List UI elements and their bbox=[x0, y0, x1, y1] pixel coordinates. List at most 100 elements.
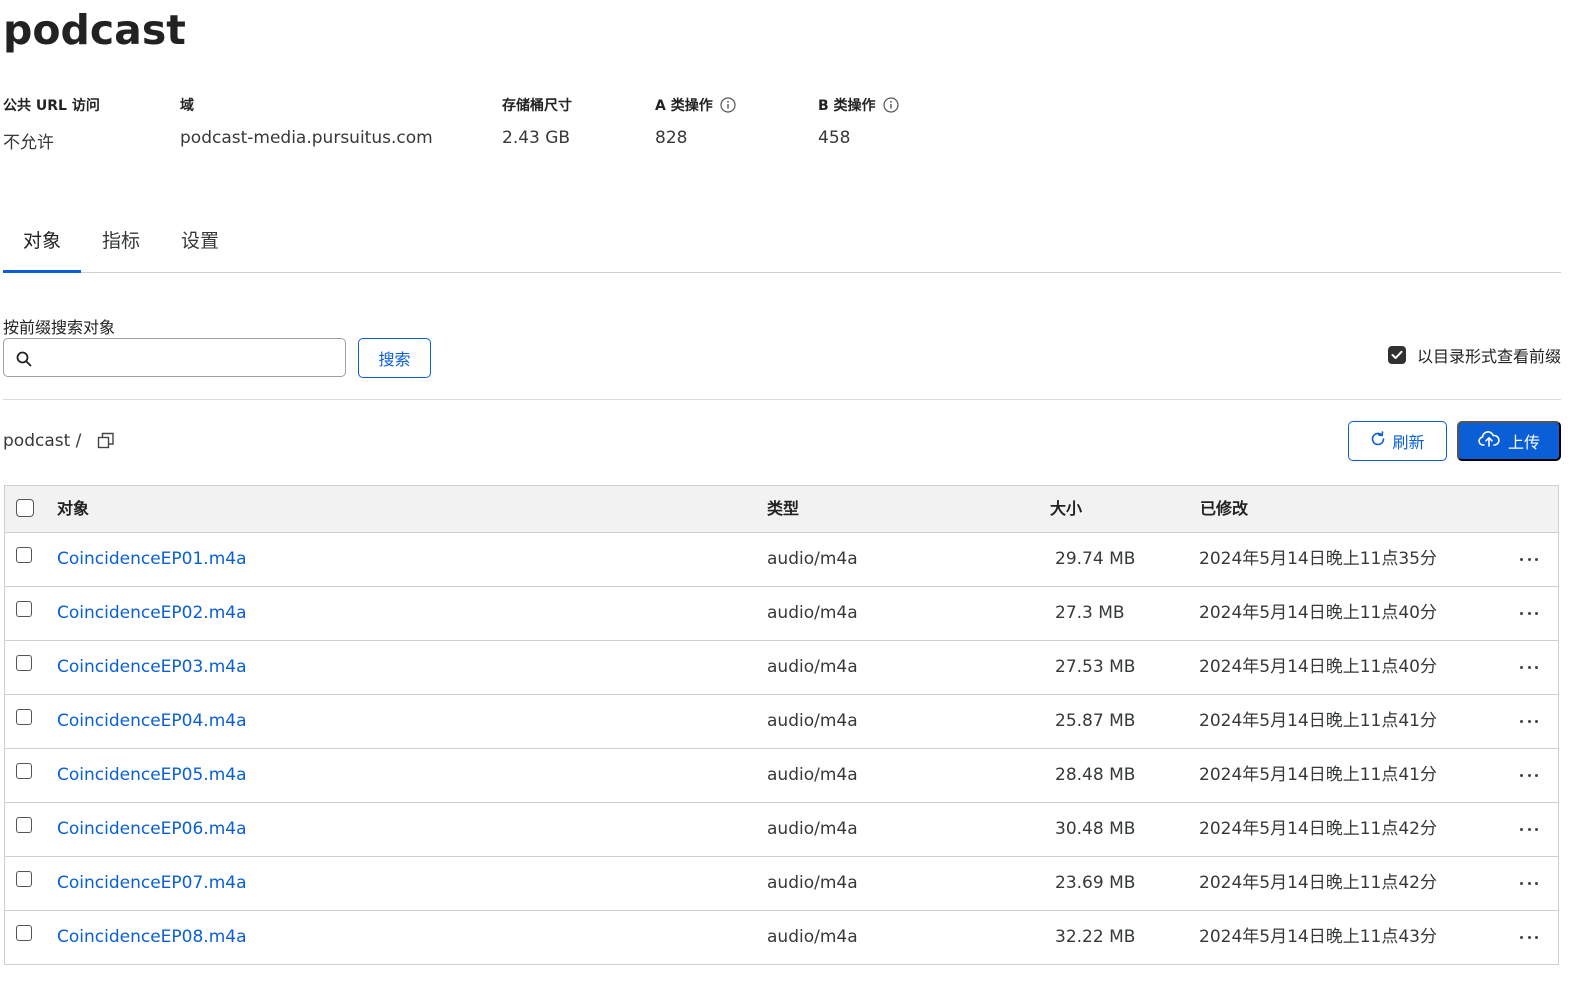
row-checkbox[interactable] bbox=[16, 817, 32, 833]
object-modified: 2024年5月14日晚上11点41分 bbox=[1199, 765, 1437, 785]
refresh-label: 刷新 bbox=[1392, 435, 1425, 452]
object-size: 30.48 MB bbox=[1055, 819, 1136, 839]
more-options-icon[interactable] bbox=[1520, 660, 1538, 674]
column-header-type[interactable]: 类型 bbox=[767, 486, 799, 532]
directory-view-label: 以目录形式查看前缀 bbox=[1416, 347, 1561, 366]
more-options-icon[interactable] bbox=[1520, 714, 1538, 728]
info-icon[interactable] bbox=[882, 97, 899, 113]
object-modified: 2024年5月14日晚上11点42分 bbox=[1199, 819, 1437, 839]
tab-bar: 对象 指标 设置 bbox=[3, 216, 1561, 273]
object-name-link[interactable]: CoincidenceEP01.m4a bbox=[57, 533, 247, 586]
more-options-icon[interactable] bbox=[1520, 876, 1538, 890]
page-title: podcast bbox=[3, 6, 186, 54]
row-checkbox[interactable] bbox=[16, 763, 32, 779]
select-all-checkbox[interactable] bbox=[16, 499, 34, 517]
stat-value: 828 bbox=[655, 128, 688, 148]
breadcrumb-path[interactable]: podcast / bbox=[3, 431, 81, 451]
table-row: CoincidenceEP06.m4a audio/m4a 30.48 MB 2… bbox=[5, 803, 1558, 857]
upload-button[interactable]: 上传 bbox=[1457, 421, 1561, 461]
object-type: audio/m4a bbox=[767, 657, 858, 677]
stat-label: A 类操作 bbox=[655, 98, 713, 114]
more-options-icon[interactable] bbox=[1520, 606, 1538, 620]
object-size: 32.22 MB bbox=[1055, 927, 1136, 947]
row-checkbox[interactable] bbox=[16, 655, 32, 671]
column-header-size[interactable]: 大小 bbox=[1050, 486, 1082, 532]
object-type: audio/m4a bbox=[767, 873, 858, 893]
row-checkbox[interactable] bbox=[16, 547, 32, 563]
stat-class-b-ops: B 类操作 458 bbox=[818, 94, 899, 148]
object-name-link[interactable]: CoincidenceEP04.m4a bbox=[57, 695, 247, 748]
column-header-modified[interactable]: 已修改 bbox=[1200, 486, 1248, 532]
object-modified: 2024年5月14日晚上11点35分 bbox=[1199, 549, 1437, 569]
stat-bucket-size: 存储桶尺寸 2.43 GB bbox=[502, 94, 572, 148]
checkbox-checked-icon[interactable] bbox=[1387, 346, 1406, 364]
more-options-icon[interactable] bbox=[1520, 552, 1538, 566]
object-size: 25.87 MB bbox=[1055, 711, 1136, 731]
table-row: CoincidenceEP01.m4a audio/m4a 29.74 MB 2… bbox=[5, 533, 1558, 587]
breadcrumb: podcast / bbox=[3, 431, 115, 451]
stat-label: 域 bbox=[180, 98, 194, 114]
stat-class-a-ops: A 类操作 828 bbox=[655, 94, 736, 148]
object-size: 28.48 MB bbox=[1055, 765, 1136, 785]
table-row: CoincidenceEP02.m4a audio/m4a 27.3 MB 20… bbox=[5, 587, 1558, 641]
stat-value: 2.43 GB bbox=[502, 128, 571, 148]
row-checkbox[interactable] bbox=[16, 871, 32, 887]
row-checkbox[interactable] bbox=[16, 925, 32, 941]
object-size: 29.74 MB bbox=[1055, 549, 1136, 569]
refresh-button[interactable]: 刷新 bbox=[1348, 421, 1447, 461]
object-size: 27.3 MB bbox=[1055, 603, 1125, 623]
directory-view-toggle[interactable]: 以目录形式查看前缀 bbox=[1387, 343, 1561, 367]
stat-public-url: 公共 URL 访问 不允许 bbox=[3, 94, 100, 153]
object-modified: 2024年5月14日晚上11点41分 bbox=[1199, 711, 1437, 731]
more-options-icon[interactable] bbox=[1520, 768, 1538, 782]
object-type: audio/m4a bbox=[767, 549, 858, 569]
search-icon bbox=[15, 350, 33, 368]
object-name-link[interactable]: CoincidenceEP03.m4a bbox=[57, 641, 247, 694]
tab-metrics[interactable]: 指标 bbox=[95, 216, 147, 270]
table-row: CoincidenceEP04.m4a audio/m4a 25.87 MB 2… bbox=[5, 695, 1558, 749]
column-header-object[interactable]: 对象 bbox=[57, 486, 89, 532]
stat-domain: 域 podcast-media.pursuitus.com bbox=[180, 94, 433, 148]
search-label: 按前缀搜索对象 bbox=[3, 318, 116, 337]
table-row: CoincidenceEP03.m4a audio/m4a 27.53 MB 2… bbox=[5, 641, 1558, 695]
object-size: 23.69 MB bbox=[1055, 873, 1136, 893]
table-row: CoincidenceEP07.m4a audio/m4a 23.69 MB 2… bbox=[5, 857, 1558, 911]
object-name-link[interactable]: CoincidenceEP07.m4a bbox=[57, 857, 247, 910]
tab-settings[interactable]: 设置 bbox=[174, 216, 226, 270]
table-row: CoincidenceEP05.m4a audio/m4a 28.48 MB 2… bbox=[5, 749, 1558, 803]
refresh-icon bbox=[1370, 430, 1386, 452]
info-icon[interactable] bbox=[720, 97, 736, 113]
search-field[interactable] bbox=[3, 338, 346, 377]
object-size: 27.53 MB bbox=[1055, 657, 1136, 677]
stat-value: podcast-media.pursuitus.com bbox=[180, 128, 433, 148]
tab-objects[interactable]: 对象 bbox=[3, 216, 81, 273]
row-checkbox[interactable] bbox=[16, 601, 32, 617]
divider bbox=[3, 399, 1561, 400]
object-type: audio/m4a bbox=[767, 927, 858, 947]
more-options-icon[interactable] bbox=[1520, 822, 1538, 836]
objects-table: 对象 类型 大小 已修改 CoincidenceEP01.m4a audio/m… bbox=[4, 485, 1559, 965]
search-input[interactable] bbox=[44, 345, 338, 373]
object-type: audio/m4a bbox=[767, 603, 858, 623]
table-row: CoincidenceEP08.m4a audio/m4a 32.22 MB 2… bbox=[5, 911, 1558, 965]
object-type: audio/m4a bbox=[767, 819, 858, 839]
object-type: audio/m4a bbox=[767, 711, 858, 731]
search-button[interactable]: 搜索 bbox=[358, 338, 431, 378]
cloud-upload-icon bbox=[1478, 430, 1500, 452]
more-options-icon[interactable] bbox=[1520, 930, 1538, 944]
object-type: audio/m4a bbox=[767, 765, 858, 785]
stat-value: 458 bbox=[818, 128, 851, 148]
copy-icon[interactable] bbox=[97, 432, 115, 450]
object-name-link[interactable]: CoincidenceEP02.m4a bbox=[57, 587, 247, 640]
bucket-stats: 公共 URL 访问 不允许 域 podcast-media.pursuitus.… bbox=[3, 94, 1003, 164]
stat-label: 公共 URL 访问 bbox=[3, 98, 100, 114]
object-name-link[interactable]: CoincidenceEP08.m4a bbox=[57, 911, 247, 964]
row-checkbox[interactable] bbox=[16, 709, 32, 725]
table-body: CoincidenceEP01.m4a audio/m4a 29.74 MB 2… bbox=[5, 533, 1558, 965]
object-modified: 2024年5月14日晚上11点40分 bbox=[1199, 657, 1437, 677]
object-modified: 2024年5月14日晚上11点42分 bbox=[1199, 873, 1437, 893]
stat-label: B 类操作 bbox=[818, 98, 876, 114]
object-name-link[interactable]: CoincidenceEP05.m4a bbox=[57, 749, 247, 802]
object-name-link[interactable]: CoincidenceEP06.m4a bbox=[57, 803, 247, 856]
stat-value: 不允许 bbox=[3, 133, 54, 153]
